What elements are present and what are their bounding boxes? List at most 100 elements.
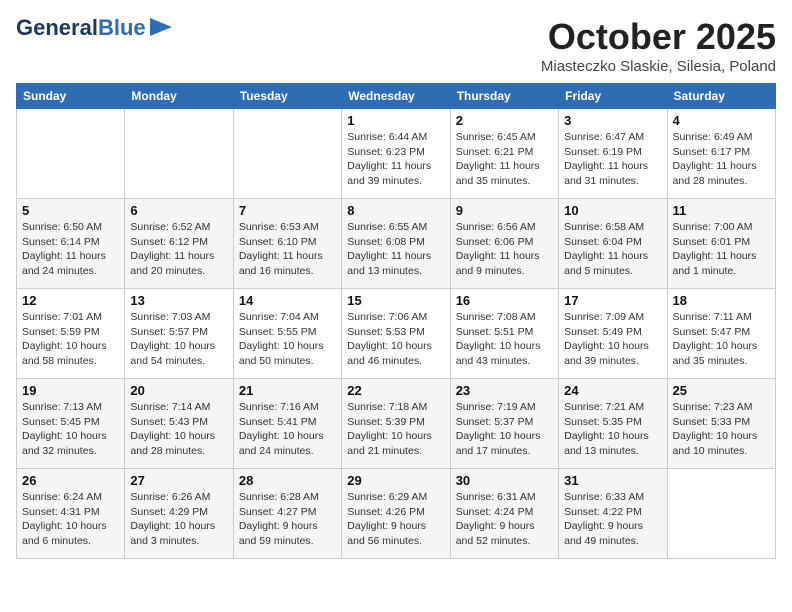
location-subtitle: Miasteczko Slaskie, Silesia, Poland — [541, 58, 776, 75]
calendar-cell: 20 Sunrise: 7:14 AMSunset: 5:43 PMDayligh… — [125, 379, 233, 469]
header: GeneralBlue October 2025 Miasteczko Slas… — [16, 16, 776, 75]
calendar-cell: 17 Sunrise: 7:09 AMSunset: 5:49 PMDayligh… — [559, 289, 667, 379]
calendar-cell: 10 Sunrise: 6:58 AMSunset: 6:04 PMDayligh… — [559, 199, 667, 289]
day-info: Sunrise: 6:55 AMSunset: 6:08 PMDaylight:… — [347, 220, 444, 279]
weekday-header-thursday: Thursday — [450, 84, 558, 109]
weekday-header-wednesday: Wednesday — [342, 84, 450, 109]
day-number: 25 — [673, 383, 770, 398]
calendar-cell: 31Sunrise: 6:33 AMSunset: 4:22 PMDayligh… — [559, 469, 667, 559]
week-row-1: 1 Sunrise: 6:44 AMSunset: 6:23 PMDaylight… — [17, 109, 776, 199]
day-number: 14 — [239, 293, 336, 308]
week-row-2: 5 Sunrise: 6:50 AMSunset: 6:14 PMDaylight… — [17, 199, 776, 289]
weekday-header-saturday: Saturday — [667, 84, 775, 109]
day-number: 2 — [456, 113, 553, 128]
day-number: 17 — [564, 293, 661, 308]
day-number: 23 — [456, 383, 553, 398]
day-number: 13 — [130, 293, 227, 308]
calendar-cell: 3Sunrise: 6:47 AMSunset: 6:19 PMDaylight… — [559, 109, 667, 199]
calendar-cell: 18 Sunrise: 7:11 AMSunset: 5:47 PMDayligh… — [667, 289, 775, 379]
day-info: Sunrise: 6:31 AMSunset: 4:24 PMDaylight:… — [456, 490, 553, 549]
weekday-header-tuesday: Tuesday — [233, 84, 341, 109]
day-number: 12 — [22, 293, 119, 308]
calendar-table: SundayMondayTuesdayWednesdayThursdayFrid… — [16, 83, 776, 559]
day-info: Sunrise: 6:28 AMSunset: 4:27 PMDaylight:… — [239, 490, 336, 549]
day-number: 8 — [347, 203, 444, 218]
day-info: Sunrise: 7:06 AMSunset: 5:53 PMDaylight:… — [347, 310, 444, 369]
calendar-cell: 27 Sunrise: 6:26 AMSunset: 4:29 PMDayligh… — [125, 469, 233, 559]
day-info: Sunrise: 7:01 AMSunset: 5:59 PMDaylight:… — [22, 310, 119, 369]
day-number: 6 — [130, 203, 227, 218]
day-number: 9 — [456, 203, 553, 218]
day-number: 21 — [239, 383, 336, 398]
day-number: 27 — [130, 473, 227, 488]
day-info: Sunrise: 6:52 AMSunset: 6:12 PMDaylight:… — [130, 220, 227, 279]
day-info: Sunrise: 7:03 AMSunset: 5:57 PMDaylight:… — [130, 310, 227, 369]
calendar-cell: 16 Sunrise: 7:08 AMSunset: 5:51 PMDayligh… — [450, 289, 558, 379]
calendar-cell: 11 Sunrise: 7:00 AMSunset: 6:01 PMDayligh… — [667, 199, 775, 289]
day-number: 3 — [564, 113, 661, 128]
weekday-header-row: SundayMondayTuesdayWednesdayThursdayFrid… — [17, 84, 776, 109]
calendar-cell: 15Sunrise: 7:06 AMSunset: 5:53 PMDayligh… — [342, 289, 450, 379]
day-info: Sunrise: 7:13 AMSunset: 5:45 PMDaylight:… — [22, 400, 119, 459]
day-info: Sunrise: 7:14 AMSunset: 5:43 PMDaylight:… — [130, 400, 227, 459]
week-row-4: 19 Sunrise: 7:13 AMSunset: 5:45 PMDayligh… — [17, 379, 776, 469]
calendar-cell: 8 Sunrise: 6:55 AMSunset: 6:08 PMDaylight… — [342, 199, 450, 289]
calendar-cell: 22 Sunrise: 7:18 AMSunset: 5:39 PMDayligh… — [342, 379, 450, 469]
calendar-cell: 6 Sunrise: 6:52 AMSunset: 6:12 PMDaylight… — [125, 199, 233, 289]
calendar-cell: 28 Sunrise: 6:28 AMSunset: 4:27 PMDayligh… — [233, 469, 341, 559]
day-number: 20 — [130, 383, 227, 398]
calendar-cell: 23 Sunrise: 7:19 AMSunset: 5:37 PMDayligh… — [450, 379, 558, 469]
day-number: 26 — [22, 473, 119, 488]
day-number: 28 — [239, 473, 336, 488]
day-info: Sunrise: 7:08 AMSunset: 5:51 PMDaylight:… — [456, 310, 553, 369]
day-number: 10 — [564, 203, 661, 218]
calendar-cell: 9Sunrise: 6:56 AMSunset: 6:06 PMDaylight… — [450, 199, 558, 289]
logo-text: GeneralBlue — [16, 16, 146, 40]
calendar-cell: 24 Sunrise: 7:21 AMSunset: 5:35 PMDayligh… — [559, 379, 667, 469]
day-info: Sunrise: 7:09 AMSunset: 5:49 PMDaylight:… — [564, 310, 661, 369]
day-info: Sunrise: 7:18 AMSunset: 5:39 PMDaylight:… — [347, 400, 444, 459]
logo: GeneralBlue — [16, 16, 172, 41]
day-number: 7 — [239, 203, 336, 218]
weekday-header-friday: Friday — [559, 84, 667, 109]
day-info: Sunrise: 6:26 AMSunset: 4:29 PMDaylight:… — [130, 490, 227, 549]
calendar-cell: 12 Sunrise: 7:01 AMSunset: 5:59 PMDayligh… — [17, 289, 125, 379]
day-info: Sunrise: 7:11 AMSunset: 5:47 PMDaylight:… — [673, 310, 770, 369]
calendar-cell: 29Sunrise: 6:29 AMSunset: 4:26 PMDayligh… — [342, 469, 450, 559]
day-info: Sunrise: 6:29 AMSunset: 4:26 PMDaylight:… — [347, 490, 444, 549]
logo-arrow-icon — [150, 18, 172, 36]
day-number: 30 — [456, 473, 553, 488]
calendar-cell: 26 Sunrise: 6:24 AMSunset: 4:31 PMDayligh… — [17, 469, 125, 559]
day-info: Sunrise: 6:49 AMSunset: 6:17 PMDaylight:… — [673, 130, 770, 189]
day-info: Sunrise: 7:16 AMSunset: 5:41 PMDaylight:… — [239, 400, 336, 459]
day-info: Sunrise: 7:23 AMSunset: 5:33 PMDaylight:… — [673, 400, 770, 459]
day-number: 22 — [347, 383, 444, 398]
day-number: 5 — [22, 203, 119, 218]
day-info: Sunrise: 6:58 AMSunset: 6:04 PMDaylight:… — [564, 220, 661, 279]
day-number: 18 — [673, 293, 770, 308]
day-info: Sunrise: 6:50 AMSunset: 6:14 PMDaylight:… — [22, 220, 119, 279]
day-number: 16 — [456, 293, 553, 308]
calendar-cell: 7Sunrise: 6:53 AMSunset: 6:10 PMDaylight… — [233, 199, 341, 289]
day-number: 11 — [673, 203, 770, 218]
calendar-cell — [667, 469, 775, 559]
day-number: 1 — [347, 113, 444, 128]
calendar-cell: 13 Sunrise: 7:03 AMSunset: 5:57 PMDayligh… — [125, 289, 233, 379]
calendar-cell: 14 Sunrise: 7:04 AMSunset: 5:55 PMDayligh… — [233, 289, 341, 379]
day-info: Sunrise: 7:04 AMSunset: 5:55 PMDaylight:… — [239, 310, 336, 369]
calendar-cell — [125, 109, 233, 199]
day-number: 19 — [22, 383, 119, 398]
calendar-cell: 5 Sunrise: 6:50 AMSunset: 6:14 PMDaylight… — [17, 199, 125, 289]
day-info: Sunrise: 7:19 AMSunset: 5:37 PMDaylight:… — [456, 400, 553, 459]
day-number: 24 — [564, 383, 661, 398]
day-info: Sunrise: 6:44 AMSunset: 6:23 PMDaylight:… — [347, 130, 444, 189]
calendar-cell: 4Sunrise: 6:49 AMSunset: 6:17 PMDaylight… — [667, 109, 775, 199]
calendar-cell: 21 Sunrise: 7:16 AMSunset: 5:41 PMDayligh… — [233, 379, 341, 469]
calendar-cell: 19 Sunrise: 7:13 AMSunset: 5:45 PMDayligh… — [17, 379, 125, 469]
weekday-header-sunday: Sunday — [17, 84, 125, 109]
day-info: Sunrise: 7:21 AMSunset: 5:35 PMDaylight:… — [564, 400, 661, 459]
day-info: Sunrise: 6:24 AMSunset: 4:31 PMDaylight:… — [22, 490, 119, 549]
day-info: Sunrise: 7:00 AMSunset: 6:01 PMDaylight:… — [673, 220, 770, 279]
calendar-cell: 2Sunrise: 6:45 AMSunset: 6:21 PMDaylight… — [450, 109, 558, 199]
title-block: October 2025 Miasteczko Slaskie, Silesia… — [541, 16, 776, 75]
